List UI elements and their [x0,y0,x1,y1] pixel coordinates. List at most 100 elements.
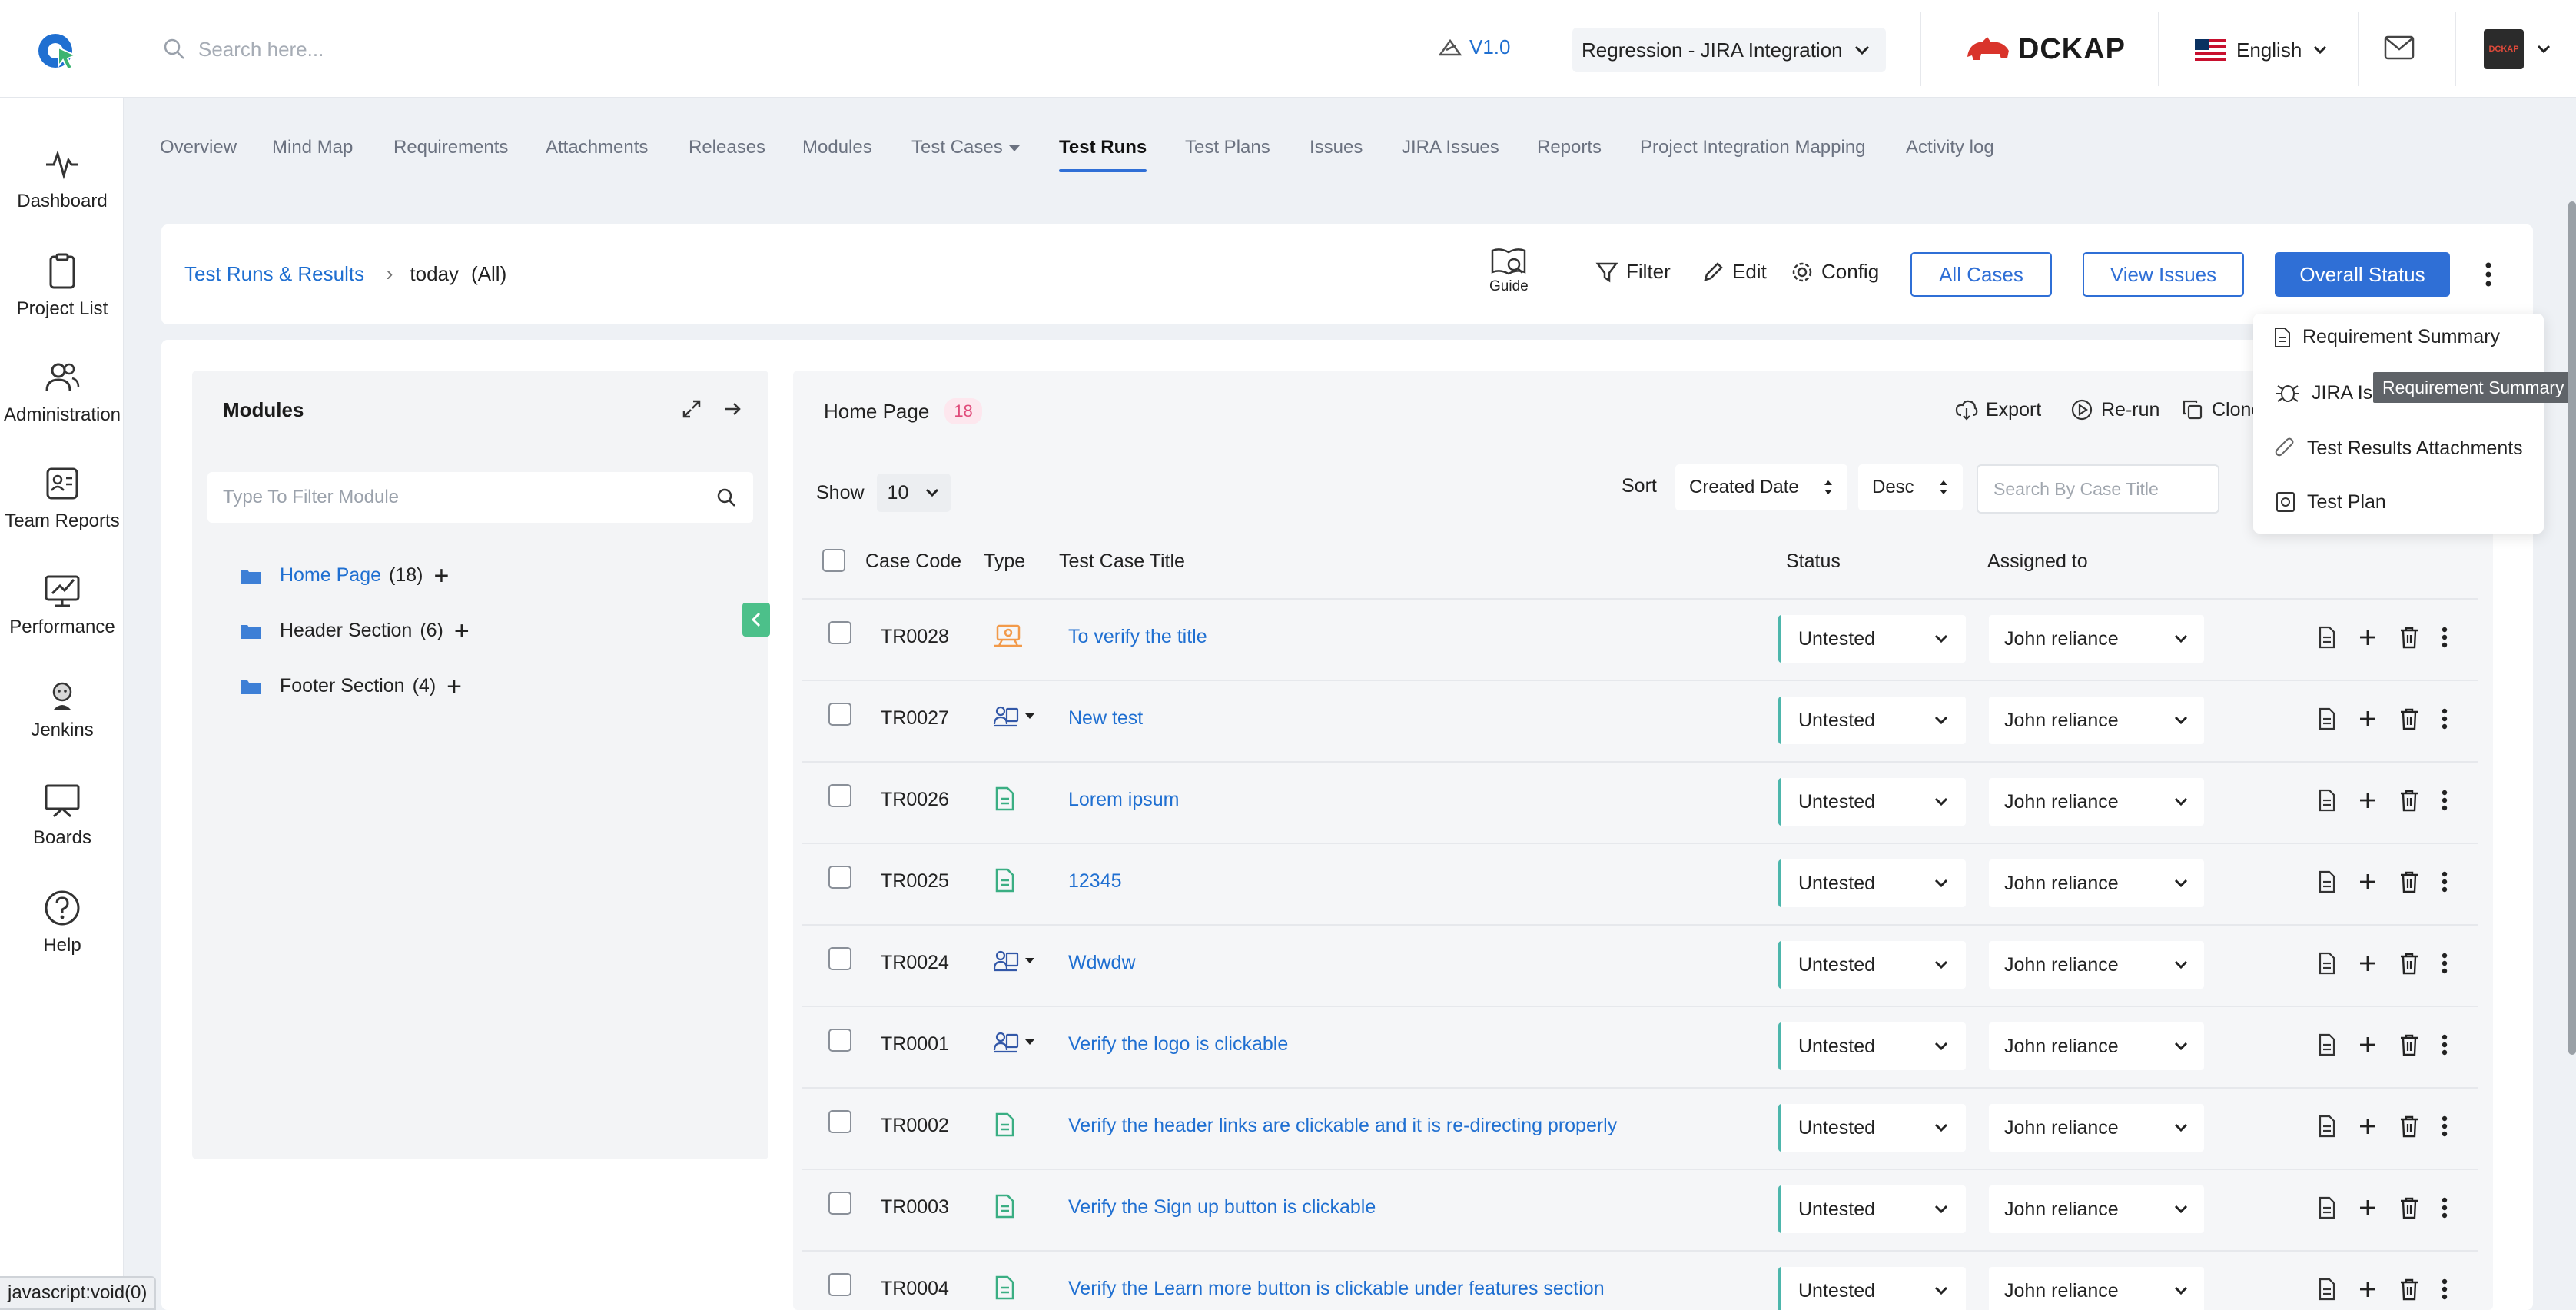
status-select[interactable]: Untested [1778,1267,1966,1310]
case-title-link[interactable]: 12345 [1068,870,1122,893]
collapse-modules-button[interactable] [742,603,770,637]
tab-attachments[interactable]: Attachments [546,137,648,158]
delete-button[interactable] [2399,1196,2419,1219]
row-checkbox[interactable] [828,1192,851,1215]
assignee-select[interactable]: John reliance [1989,615,2204,663]
row-more-button[interactable] [2441,1115,2448,1138]
case-search[interactable] [1977,464,2219,514]
add-button[interactable] [2358,1198,2378,1218]
nav-performance[interactable]: Performance [0,570,124,638]
assignee-select[interactable]: John reliance [1989,1022,2204,1070]
assignee-select[interactable]: John reliance [1989,778,2204,826]
row-checkbox[interactable] [828,621,851,644]
language-select[interactable]: English [2195,31,2328,69]
module-item[interactable]: Header Section (6) + [240,618,470,644]
tab-requirements[interactable]: Requirements [393,137,508,158]
edit-button[interactable]: Edit [1701,260,1767,284]
row-checkbox[interactable] [828,947,851,970]
status-select[interactable]: Untested [1778,1022,1966,1070]
clone-button[interactable]: Clone [2181,398,2262,421]
tab-activity-log[interactable]: Activity log [1906,137,1994,158]
view-details-button[interactable] [2318,707,2336,730]
mail-button[interactable] [2384,35,2415,60]
case-type[interactable] [993,1193,1016,1219]
page-size-select[interactable]: 10 [876,474,951,512]
assignee-select[interactable]: John reliance [1989,859,2204,907]
add-icon[interactable]: + [434,563,450,589]
case-title-link[interactable]: Verify the Sign up button is clickable [1068,1196,1376,1219]
nav-boards[interactable]: Boards [0,781,124,849]
case-type[interactable] [993,1112,1016,1138]
nav-administration[interactable]: Administration [0,358,124,426]
all-cases-button[interactable]: All Cases [1910,252,2052,297]
module-item[interactable]: Footer Section (4) + [240,673,462,700]
assignee-select[interactable]: John reliance [1989,1185,2204,1233]
case-search-input[interactable] [1993,478,2201,500]
nav-dashboard[interactable]: Dashboard [0,145,124,212]
view-details-button[interactable] [2318,870,2336,893]
case-title-link[interactable]: To verify the title [1068,626,1207,648]
delete-button[interactable] [2399,1115,2419,1138]
menu-item-jira-issues[interactable]: JIRA Is [2275,381,2382,404]
nav-help[interactable]: Help [0,889,124,956]
delete-button[interactable] [2399,789,2419,812]
add-button[interactable] [2358,627,2378,647]
sort-field-select[interactable]: Created Date [1675,464,1847,510]
view-details-button[interactable] [2318,1115,2336,1138]
status-select[interactable]: Untested [1778,697,1966,744]
delete-button[interactable] [2399,952,2419,975]
nav-team-reports[interactable]: Team Reports [0,464,124,532]
case-title-link[interactable]: Verify the Learn more button is clickabl… [1068,1278,1605,1300]
column-header[interactable]: Status [1786,550,1841,573]
row-more-button[interactable] [2441,789,2448,812]
row-more-button[interactable] [2441,1278,2448,1301]
row-more-button[interactable] [2441,626,2448,649]
status-select[interactable]: Untested [1778,859,1966,907]
view-details-button[interactable] [2318,1033,2336,1056]
row-more-button[interactable] [2441,1033,2448,1056]
case-type[interactable] [993,704,1037,732]
config-button[interactable]: Config [1791,260,1879,284]
row-more-button[interactable] [2441,870,2448,893]
delete-button[interactable] [2399,1033,2419,1056]
view-details-button[interactable] [2318,789,2336,812]
tab-reports[interactable]: Reports [1537,137,1602,158]
modules-arrow-button[interactable] [722,398,744,420]
module-filter-input[interactable] [223,487,699,508]
scrollbar[interactable] [2568,201,2576,1055]
nav-project-list[interactable]: Project List [0,252,124,320]
add-button[interactable] [2358,1035,2378,1055]
add-button[interactable] [2358,1116,2378,1136]
column-header[interactable]: Case Code [865,550,961,573]
assignee-select[interactable]: John reliance [1989,697,2204,744]
add-button[interactable] [2358,790,2378,810]
project-select[interactable]: Regression - JIRA Integration [1572,28,1886,72]
module-item[interactable]: Home Page (18) + [240,563,450,589]
status-select[interactable]: Untested [1778,1185,1966,1233]
row-more-button[interactable] [2441,707,2448,730]
select-all-checkbox[interactable] [822,549,845,572]
sort-order-select[interactable]: Desc [1858,464,1963,510]
delete-button[interactable] [2399,1278,2419,1301]
user-menu[interactable]: DCKAP [2484,29,2551,69]
case-type[interactable] [993,1275,1016,1301]
row-checkbox[interactable] [828,1273,851,1296]
row-checkbox[interactable] [828,866,851,889]
case-type[interactable] [993,949,1037,976]
assignee-select[interactable]: John reliance [1989,1104,2204,1152]
tab-modules[interactable]: Modules [802,137,872,158]
case-title-link[interactable]: Verify the logo is clickable [1068,1033,1288,1056]
view-details-button[interactable] [2318,952,2336,975]
row-checkbox[interactable] [828,1029,851,1052]
add-icon[interactable]: + [446,673,462,700]
row-more-button[interactable] [2441,952,2448,975]
version-indicator[interactable]: V1.0 [1439,35,1511,59]
add-icon[interactable]: + [454,618,470,644]
status-select[interactable]: Untested [1778,778,1966,826]
tab-jira-issues[interactable]: JIRA Issues [1402,137,1499,158]
menu-item-test-plan[interactable]: Test Plan [2275,490,2386,514]
filter-button[interactable]: Filter [1595,260,1671,284]
column-header[interactable]: Type [984,550,1025,573]
view-details-button[interactable] [2318,626,2336,649]
global-search-input[interactable] [198,37,813,62]
